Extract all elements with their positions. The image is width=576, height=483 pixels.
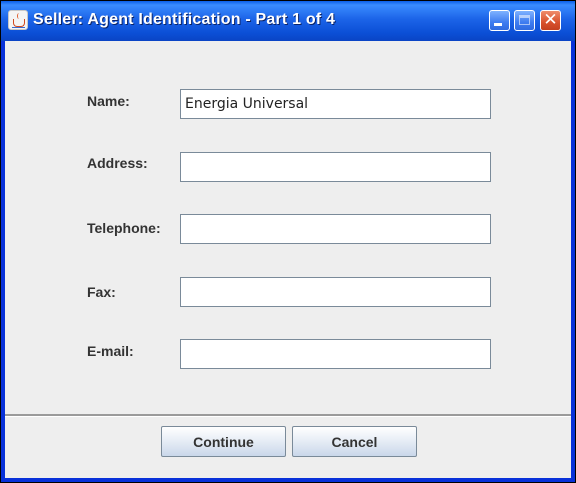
continue-button[interactable]: Continue [161, 426, 286, 457]
address-field[interactable] [180, 152, 491, 182]
fax-field[interactable] [180, 277, 491, 307]
close-button[interactable]: ✕ [540, 10, 561, 31]
button-separator [5, 414, 571, 417]
java-icon[interactable] [8, 10, 28, 30]
telephone-label: Telephone: [87, 220, 161, 236]
dialog-window: Seller: Agent Identification - Part 1 of… [0, 0, 576, 483]
minimize-icon [494, 23, 502, 26]
telephone-field[interactable] [180, 214, 491, 244]
form-panel: Name: Address: Telephone: Fax: E-mail: [8, 41, 568, 414]
window-title: Seller: Agent Identification - Part 1 of… [33, 11, 336, 28]
name-field[interactable] [180, 89, 491, 119]
dialog-content: Name: Address: Telephone: Fax: E-mail: C… [5, 41, 571, 478]
maximize-button[interactable] [514, 10, 535, 31]
email-label: E-mail: [87, 343, 134, 359]
maximize-icon [519, 15, 530, 25]
email-field[interactable] [180, 339, 491, 369]
close-icon: ✕ [543, 10, 558, 30]
minimize-button[interactable] [489, 10, 510, 31]
title-bar[interactable]: Seller: Agent Identification - Part 1 of… [1, 1, 575, 41]
address-label: Address: [87, 155, 148, 171]
cancel-button[interactable]: Cancel [292, 426, 417, 457]
fax-label: Fax: [87, 284, 116, 300]
name-label: Name: [87, 93, 130, 109]
